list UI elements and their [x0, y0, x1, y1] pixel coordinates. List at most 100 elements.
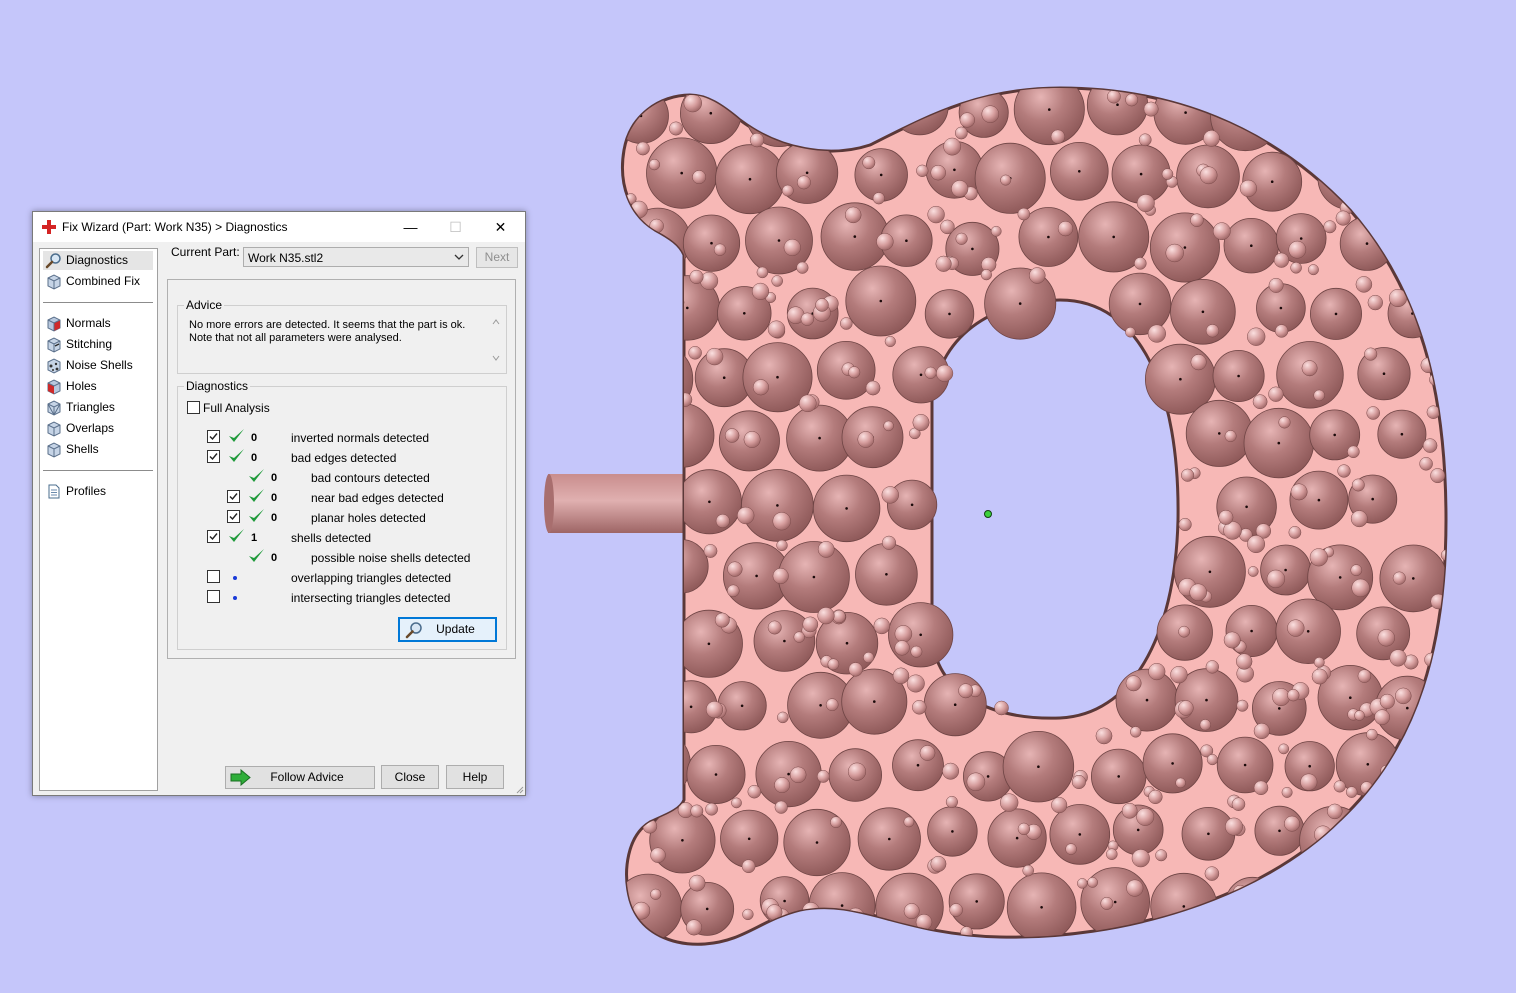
- small-sphere: [1148, 663, 1166, 681]
- nav-item-shells[interactable]: Shells: [43, 440, 153, 459]
- sphere-center-dot: [1306, 630, 1310, 633]
- window-title: Fix Wizard (Part: Work N35) > Diagnostic…: [62, 220, 288, 234]
- small-sphere: [1311, 668, 1328, 685]
- sphere-center-dot: [656, 239, 660, 242]
- sphere-center-dot: [686, 306, 689, 310]
- nav-item-diagnostics[interactable]: Diagnostics: [43, 251, 153, 270]
- nav-item-triangles[interactable]: Triangles: [43, 398, 153, 417]
- close-button[interactable]: Close: [381, 765, 439, 789]
- sphere-center-dot: [654, 763, 657, 766]
- advice-scrollbar[interactable]: [489, 317, 503, 363]
- sphere-center-dot: [953, 703, 957, 706]
- scroll-down-icon[interactable]: [491, 353, 501, 363]
- small-sphere: [1218, 509, 1234, 525]
- sphere-center-dot: [708, 500, 711, 504]
- resize-grip-icon[interactable]: [514, 784, 524, 794]
- diagnostic-checkbox[interactable]: [207, 570, 220, 583]
- diagnostic-checkbox[interactable]: [227, 510, 240, 523]
- diagnostic-checkbox[interactable]: [207, 430, 220, 443]
- sphere-center-dot: [1015, 836, 1019, 840]
- small-sphere: [1374, 709, 1390, 726]
- small-sphere: [1305, 145, 1322, 162]
- small-sphere: [912, 414, 930, 431]
- sphere-center-dot: [755, 574, 758, 578]
- nav-item-noise-shells[interactable]: Noise Shells: [43, 356, 153, 375]
- small-sphere: [688, 346, 702, 360]
- sphere-center-dot: [1145, 698, 1149, 702]
- nav-item-stitching[interactable]: Stitching: [43, 335, 153, 354]
- close-window-button[interactable]: ✕: [478, 212, 523, 242]
- diagnostic-checkbox[interactable]: [227, 490, 240, 503]
- chevron-down-icon: [454, 254, 464, 260]
- small-sphere: [1225, 817, 1243, 836]
- small-sphere: [1419, 457, 1433, 471]
- sphere-center-dot: [680, 565, 683, 568]
- follow-advice-button[interactable]: Follow Advice: [225, 766, 375, 789]
- small-sphere: [1313, 389, 1325, 402]
- small-sphere: [1253, 722, 1270, 740]
- sphere-center-dot: [1250, 629, 1253, 633]
- small-sphere: [1418, 218, 1434, 233]
- small-sphere: [800, 312, 814, 326]
- small-sphere: [1274, 324, 1289, 338]
- small-sphere: [847, 762, 867, 781]
- update-button[interactable]: Update: [398, 617, 497, 642]
- title-bar[interactable]: Fix Wizard (Part: Work N35) > Diagnostic…: [33, 212, 525, 242]
- sphere-center-dot: [953, 168, 956, 172]
- large-sphere: [1279, 864, 1349, 935]
- sphere-center-dot: [1284, 568, 1287, 572]
- large-sphere: [816, 88, 881, 145]
- checkmark-icon: [229, 513, 238, 521]
- sphere-center-dot: [919, 373, 923, 377]
- sphere-center-dot: [805, 171, 809, 175]
- small-sphere: [1178, 517, 1192, 532]
- small-sphere: [1288, 526, 1302, 539]
- small-sphere: [659, 709, 679, 728]
- rotation-center-marker[interactable]: [984, 510, 992, 518]
- small-sphere: [949, 903, 963, 917]
- triangles-cube-icon: [47, 400, 61, 416]
- diagnostic-count: 1: [251, 532, 258, 544]
- diagnostic-checkbox[interactable]: [207, 530, 220, 543]
- sphere-center-dot: [1237, 374, 1240, 378]
- small-sphere: [827, 658, 840, 671]
- scroll-up-icon[interactable]: [491, 317, 501, 327]
- small-sphere: [1313, 657, 1325, 668]
- small-sphere: [936, 364, 954, 382]
- sphere-center-dot: [1243, 763, 1247, 767]
- small-sphere: [672, 296, 685, 309]
- small-sphere: [796, 261, 809, 274]
- small-sphere: [1178, 625, 1190, 638]
- small-sphere: [1050, 129, 1066, 144]
- small-sphere: [647, 803, 659, 816]
- diagnostic-checkbox[interactable]: [207, 450, 220, 463]
- stub-pipe: [548, 474, 688, 533]
- nav-item-profiles[interactable]: Profiles: [43, 482, 153, 501]
- small-sphere: [1342, 132, 1356, 145]
- small-sphere: [650, 847, 666, 863]
- small-sphere: [842, 918, 855, 931]
- nav-item-combined-fix[interactable]: Combined Fix: [43, 272, 153, 291]
- small-sphere: [1155, 849, 1168, 862]
- cube-icon: [47, 274, 61, 290]
- next-button[interactable]: Next: [476, 247, 518, 268]
- small-sphere: [650, 567, 666, 583]
- small-sphere: [731, 797, 742, 809]
- small-sphere: [692, 170, 707, 185]
- small-sphere: [1357, 669, 1372, 683]
- help-button[interactable]: Help: [446, 765, 504, 789]
- nav-item-overlaps[interactable]: Overlaps: [43, 419, 153, 438]
- green-check-icon: [249, 549, 264, 562]
- minimize-button[interactable]: —: [388, 212, 433, 242]
- full-analysis-checkbox[interactable]: [187, 401, 200, 414]
- diagnostic-checkbox[interactable]: [207, 590, 220, 603]
- current-part-select[interactable]: Work N35.stl2: [243, 247, 469, 267]
- nav-item-normals[interactable]: Normals: [43, 314, 153, 333]
- sphere-center-dot: [1408, 174, 1411, 178]
- small-sphere: [796, 175, 811, 190]
- small-sphere: [1161, 168, 1174, 180]
- small-sphere: [713, 243, 727, 256]
- nav-item-holes[interactable]: Holes: [43, 377, 153, 396]
- small-sphere: [817, 541, 835, 558]
- sphere-center-dot: [1138, 302, 1142, 306]
